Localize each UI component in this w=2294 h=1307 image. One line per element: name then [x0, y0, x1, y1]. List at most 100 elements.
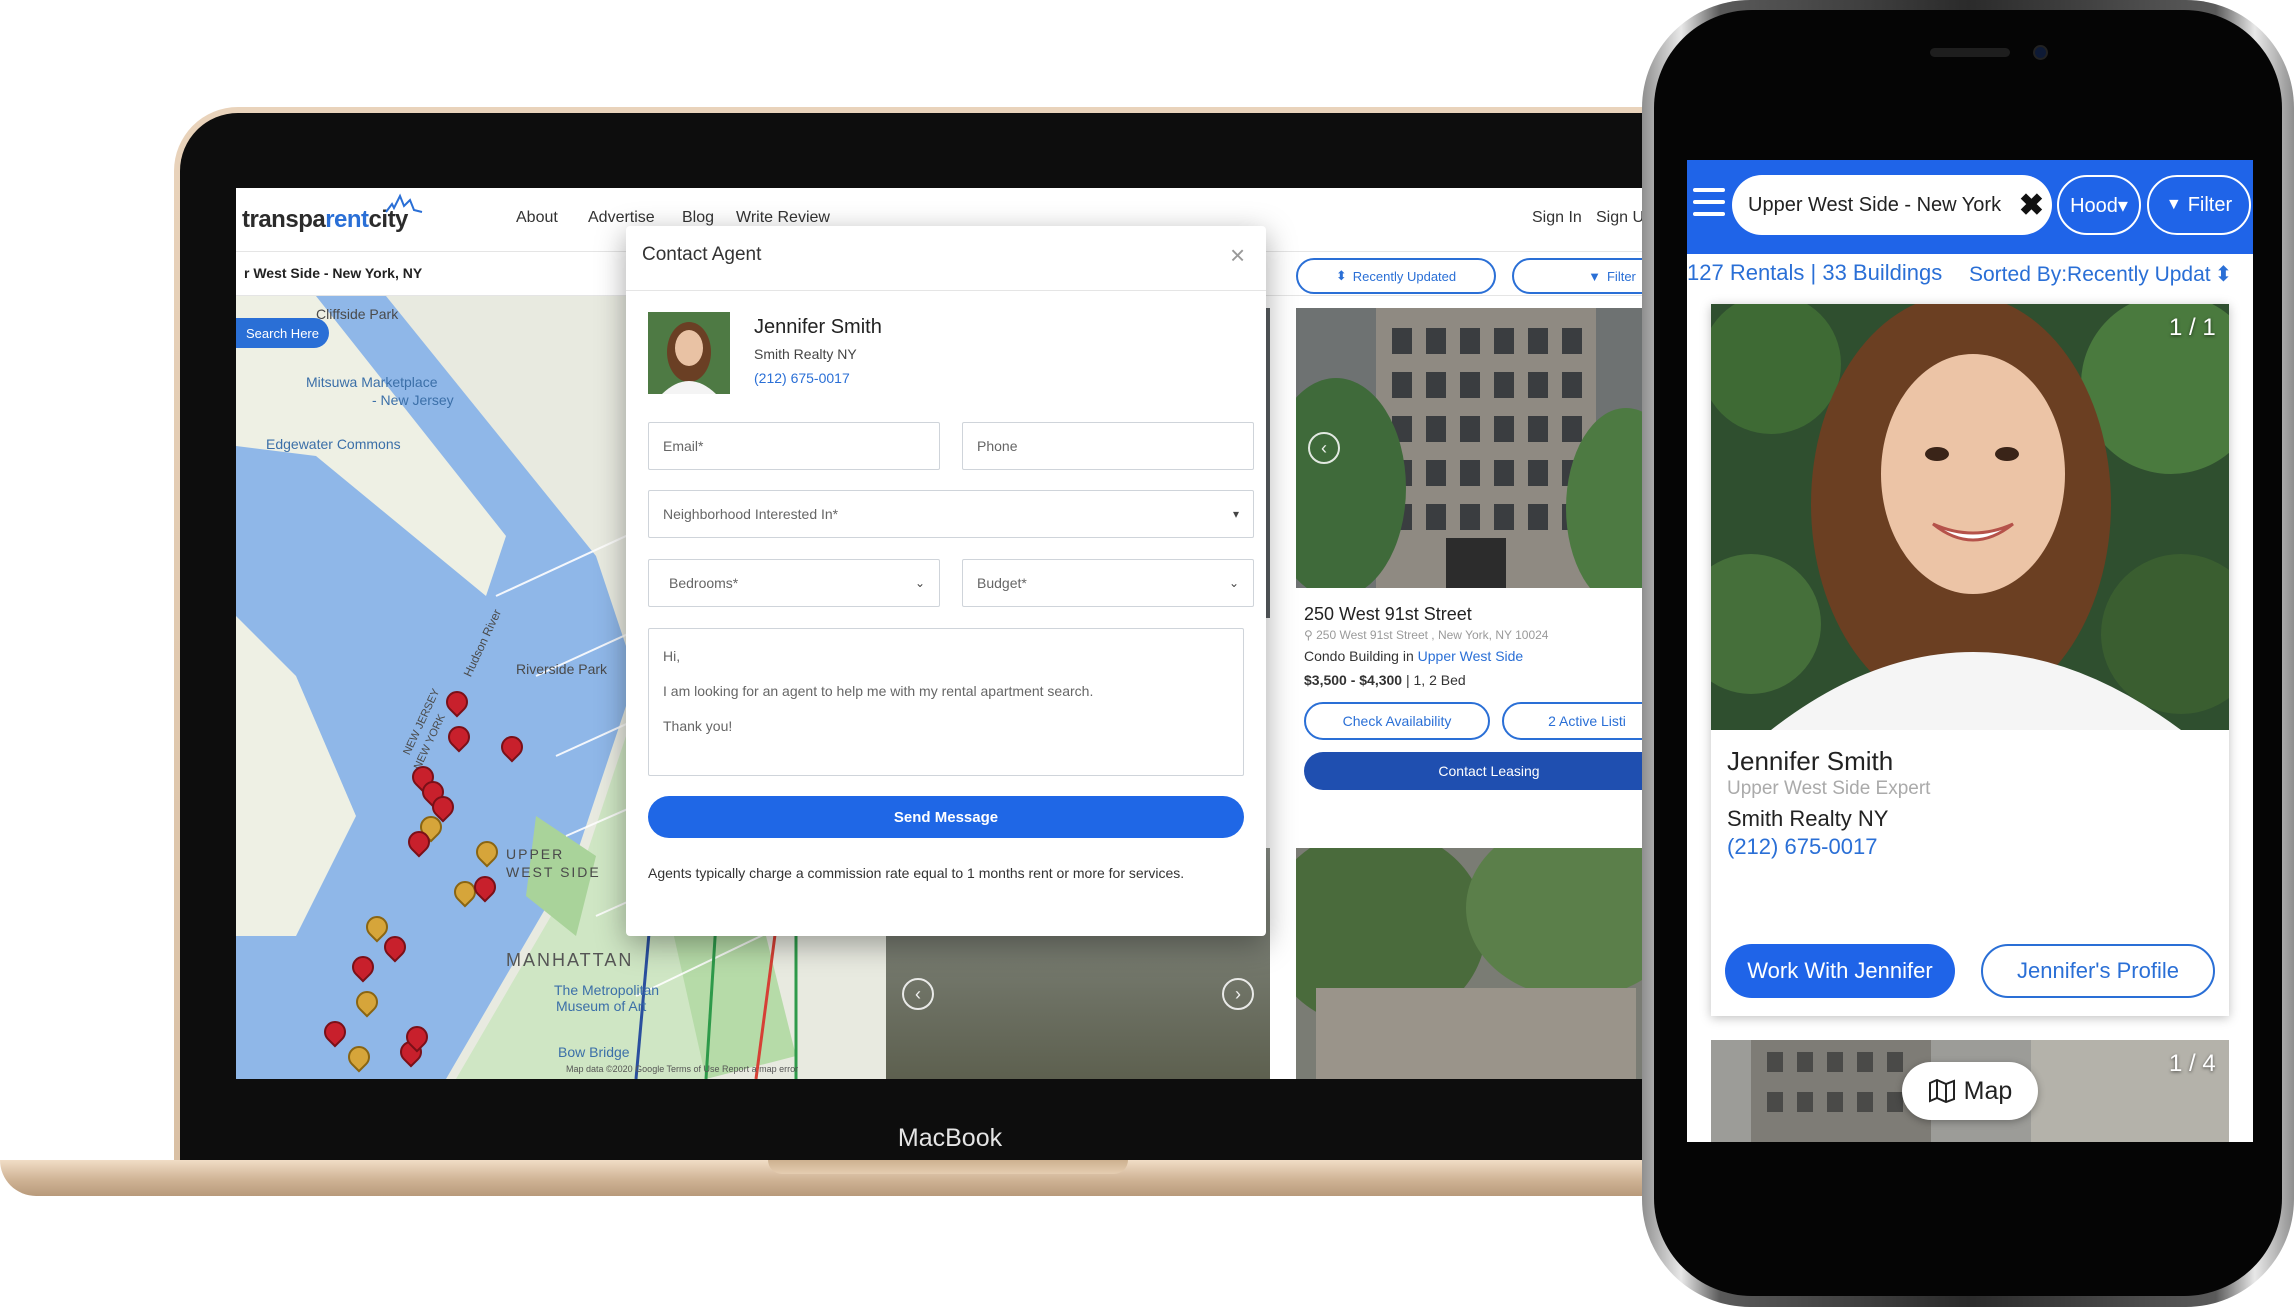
message-line-3: Thank you! — [663, 718, 733, 734]
building-photo-4 — [1296, 848, 1654, 1079]
listing-type: Condo Building in Upper West Side — [1304, 648, 1523, 664]
macbook-label: MacBook — [897, 1124, 1003, 1152]
search-here-button[interactable]: Search Here — [236, 318, 329, 348]
budget-placeholder: Budget* — [977, 575, 1027, 591]
mobile-filter-label: Filter — [2187, 193, 2233, 216]
sort-arrows-icon: ⬍ — [2214, 263, 2233, 286]
phone-field[interactable]: Phone — [962, 422, 1254, 470]
mobile-agent-phone[interactable]: (212) 675-0017 — [1727, 834, 1877, 860]
mobile-top-bar: Upper West Side - New York ✖ Hood▾ ▼ Filt… — [1687, 160, 2253, 254]
nav-about[interactable]: About — [516, 209, 558, 227]
map-label-met-2: Museum of Art — [556, 998, 647, 1014]
sort-selector[interactable]: Sorted By:Recently Updat ⬍ — [1969, 262, 2232, 287]
carousel-prev-icon[interactable]: ‹ — [902, 978, 934, 1010]
nav-write-review[interactable]: Write Review — [736, 209, 830, 227]
photo-counter-2: 1 / 4 — [2169, 1050, 2216, 1077]
logo-text-1: transpa — [242, 206, 326, 233]
map-label-cliffside: Cliffside Park — [316, 306, 399, 322]
agent-profile-button[interactable]: Jennifer's Profile — [1981, 944, 2215, 998]
phone-placeholder: Phone — [977, 438, 1018, 454]
location-text: r West Side - New York, NY — [244, 265, 423, 281]
modal-title: Contact Agent — [642, 244, 762, 265]
agent-photo-large[interactable]: 1 / 1 — [1711, 304, 2229, 730]
map-icon — [1928, 1079, 1955, 1103]
hamburger-menu-icon[interactable] — [1693, 188, 1725, 216]
mobile-agent-name: Jennifer Smith — [1727, 746, 1894, 776]
macbook-notch — [768, 1160, 1128, 1174]
listing-price: $3,500 - $4,300 — [1304, 672, 1403, 688]
map-label-edgewater: Edgewater Commons — [266, 436, 401, 452]
listing-beds: | 1, 2 Bed — [1402, 672, 1466, 688]
sort-text: Sorted By:Recently Updat — [1969, 263, 2211, 286]
map-label-nj: - New Jersey — [372, 392, 454, 408]
carousel-next-icon[interactable]: › — [1222, 978, 1254, 1010]
building-photo — [1296, 308, 1654, 588]
budget-select[interactable]: Budget* ⌄ — [962, 559, 1254, 607]
results-count: 127 Rentals | 33 Buildings — [1687, 260, 1943, 285]
mobile-agent-role: Upper West Side Expert — [1727, 778, 1931, 799]
carousel-prev-icon[interactable]: ‹ — [1308, 432, 1340, 464]
agent-company: Smith Realty NY — [754, 346, 857, 362]
email-placeholder: Email* — [663, 438, 704, 454]
active-listings-button[interactable]: 2 Active Listi — [1502, 702, 1654, 740]
map-footer: Map data ©2020 Google Terms of Use Repor… — [566, 1064, 799, 1074]
mobile-search-input[interactable]: Upper West Side - New York ✖ — [1732, 175, 2052, 235]
listing-price-row: $3,500 - $4,300 | 1, 2 Bed — [1304, 672, 1466, 688]
close-icon[interactable]: × — [1230, 240, 1245, 271]
map-label-west-side: WEST SIDE — [506, 864, 601, 880]
nav-advertise[interactable]: Advertise — [588, 209, 655, 227]
listing-address-text: 250 West 91st Street , New York, NY 1002… — [1316, 628, 1549, 642]
mobile-search-value: Upper West Side - New York — [1748, 193, 2002, 216]
clear-search-icon[interactable]: ✖ — [2019, 188, 2044, 223]
nav-sign-in[interactable]: Sign In — [1532, 209, 1582, 227]
message-line-1: Hi, — [663, 648, 681, 664]
filter-icon: ▼ — [1588, 268, 1601, 284]
filter-button[interactable]: ▼ Filter — [1512, 258, 1654, 294]
message-line-2: I am looking for an agent to help me wit… — [663, 683, 1094, 699]
map-label-mitsuwa: Mitsuwa Marketplace — [306, 374, 438, 390]
contact-leasing-button[interactable]: Contact Leasing — [1304, 752, 1654, 790]
iphone-screen: Upper West Side - New York ✖ Hood▾ ▼ Filt… — [1687, 160, 2253, 1142]
filter-funnel-icon: ▼ — [2165, 196, 2182, 213]
agent-photo — [648, 312, 730, 394]
listing-photo-2[interactable]: ‹ — [1296, 308, 1654, 588]
map-label-bow-bridge: Bow Bridge — [558, 1044, 630, 1060]
hood-dropdown-button[interactable]: Hood▾ — [2057, 175, 2141, 235]
location-pin-icon: ⚲ — [1304, 628, 1317, 642]
agent-name: Jennifer Smith — [754, 316, 882, 338]
email-field[interactable]: Email* — [648, 422, 940, 470]
sort-button[interactable]: ⬍ Recently Updated — [1296, 258, 1496, 294]
card-gap — [1276, 588, 1296, 838]
listing-neighborhood-link[interactable]: Upper West Side — [1418, 648, 1524, 664]
nav-blog[interactable]: Blog — [682, 209, 714, 227]
check-availability-button[interactable]: Check Availability — [1304, 702, 1490, 740]
mobile-filter-button[interactable]: ▼ Filter — [2147, 175, 2251, 235]
sort-arrows-icon: ⬍ — [1335, 268, 1347, 283]
iphone-camera — [2033, 45, 2048, 60]
listing-title[interactable]: 250 West 91st Street — [1304, 604, 1472, 625]
agent-phone-link[interactable]: (212) 675-0017 — [754, 370, 850, 386]
logo-text-2: rent — [325, 206, 369, 233]
listing-photo-4[interactable] — [1296, 848, 1654, 1079]
work-with-agent-button[interactable]: Work With Jennifer — [1725, 944, 1955, 998]
listing-type-text: Condo Building in — [1304, 648, 1418, 664]
map-toggle-label: Map — [1963, 1076, 2013, 1105]
map-label-riverside: Riverside Park — [516, 661, 608, 677]
listing-address: ⚲ 250 West 91st Street , New York, NY 10… — [1304, 628, 1548, 642]
agent-avatar — [648, 312, 730, 394]
map-label-manhattan: MANHATTAN — [506, 950, 634, 970]
filter-label: Filter — [1606, 268, 1636, 284]
chevron-down-icon: ⌄ — [914, 576, 925, 590]
map-toggle-button[interactable]: Map — [1902, 1062, 2038, 1120]
neighborhood-select[interactable]: Neighborhood Interested In* ▾ — [648, 490, 1254, 538]
macbook-screen: transparentcity About Advertise Blog Wri… — [236, 188, 1654, 1079]
map-label-met: The Metropolitan — [554, 982, 660, 998]
photo-counter: 1 / 1 — [2169, 314, 2216, 341]
agent-portrait — [1711, 304, 2229, 730]
agent-card: 1 / 1 Jennifer Smith Upper West Side Exp… — [1711, 304, 2229, 1016]
send-message-button[interactable]: Send Message — [648, 796, 1244, 838]
bedrooms-select[interactable]: Bedrooms* ⌄ — [648, 559, 940, 607]
message-textarea[interactable]: Hi, I am looking for an agent to help me… — [648, 628, 1244, 776]
commission-disclaimer: Agents typically charge a commission rat… — [648, 865, 1185, 881]
skyline-logo-icon — [385, 193, 423, 213]
